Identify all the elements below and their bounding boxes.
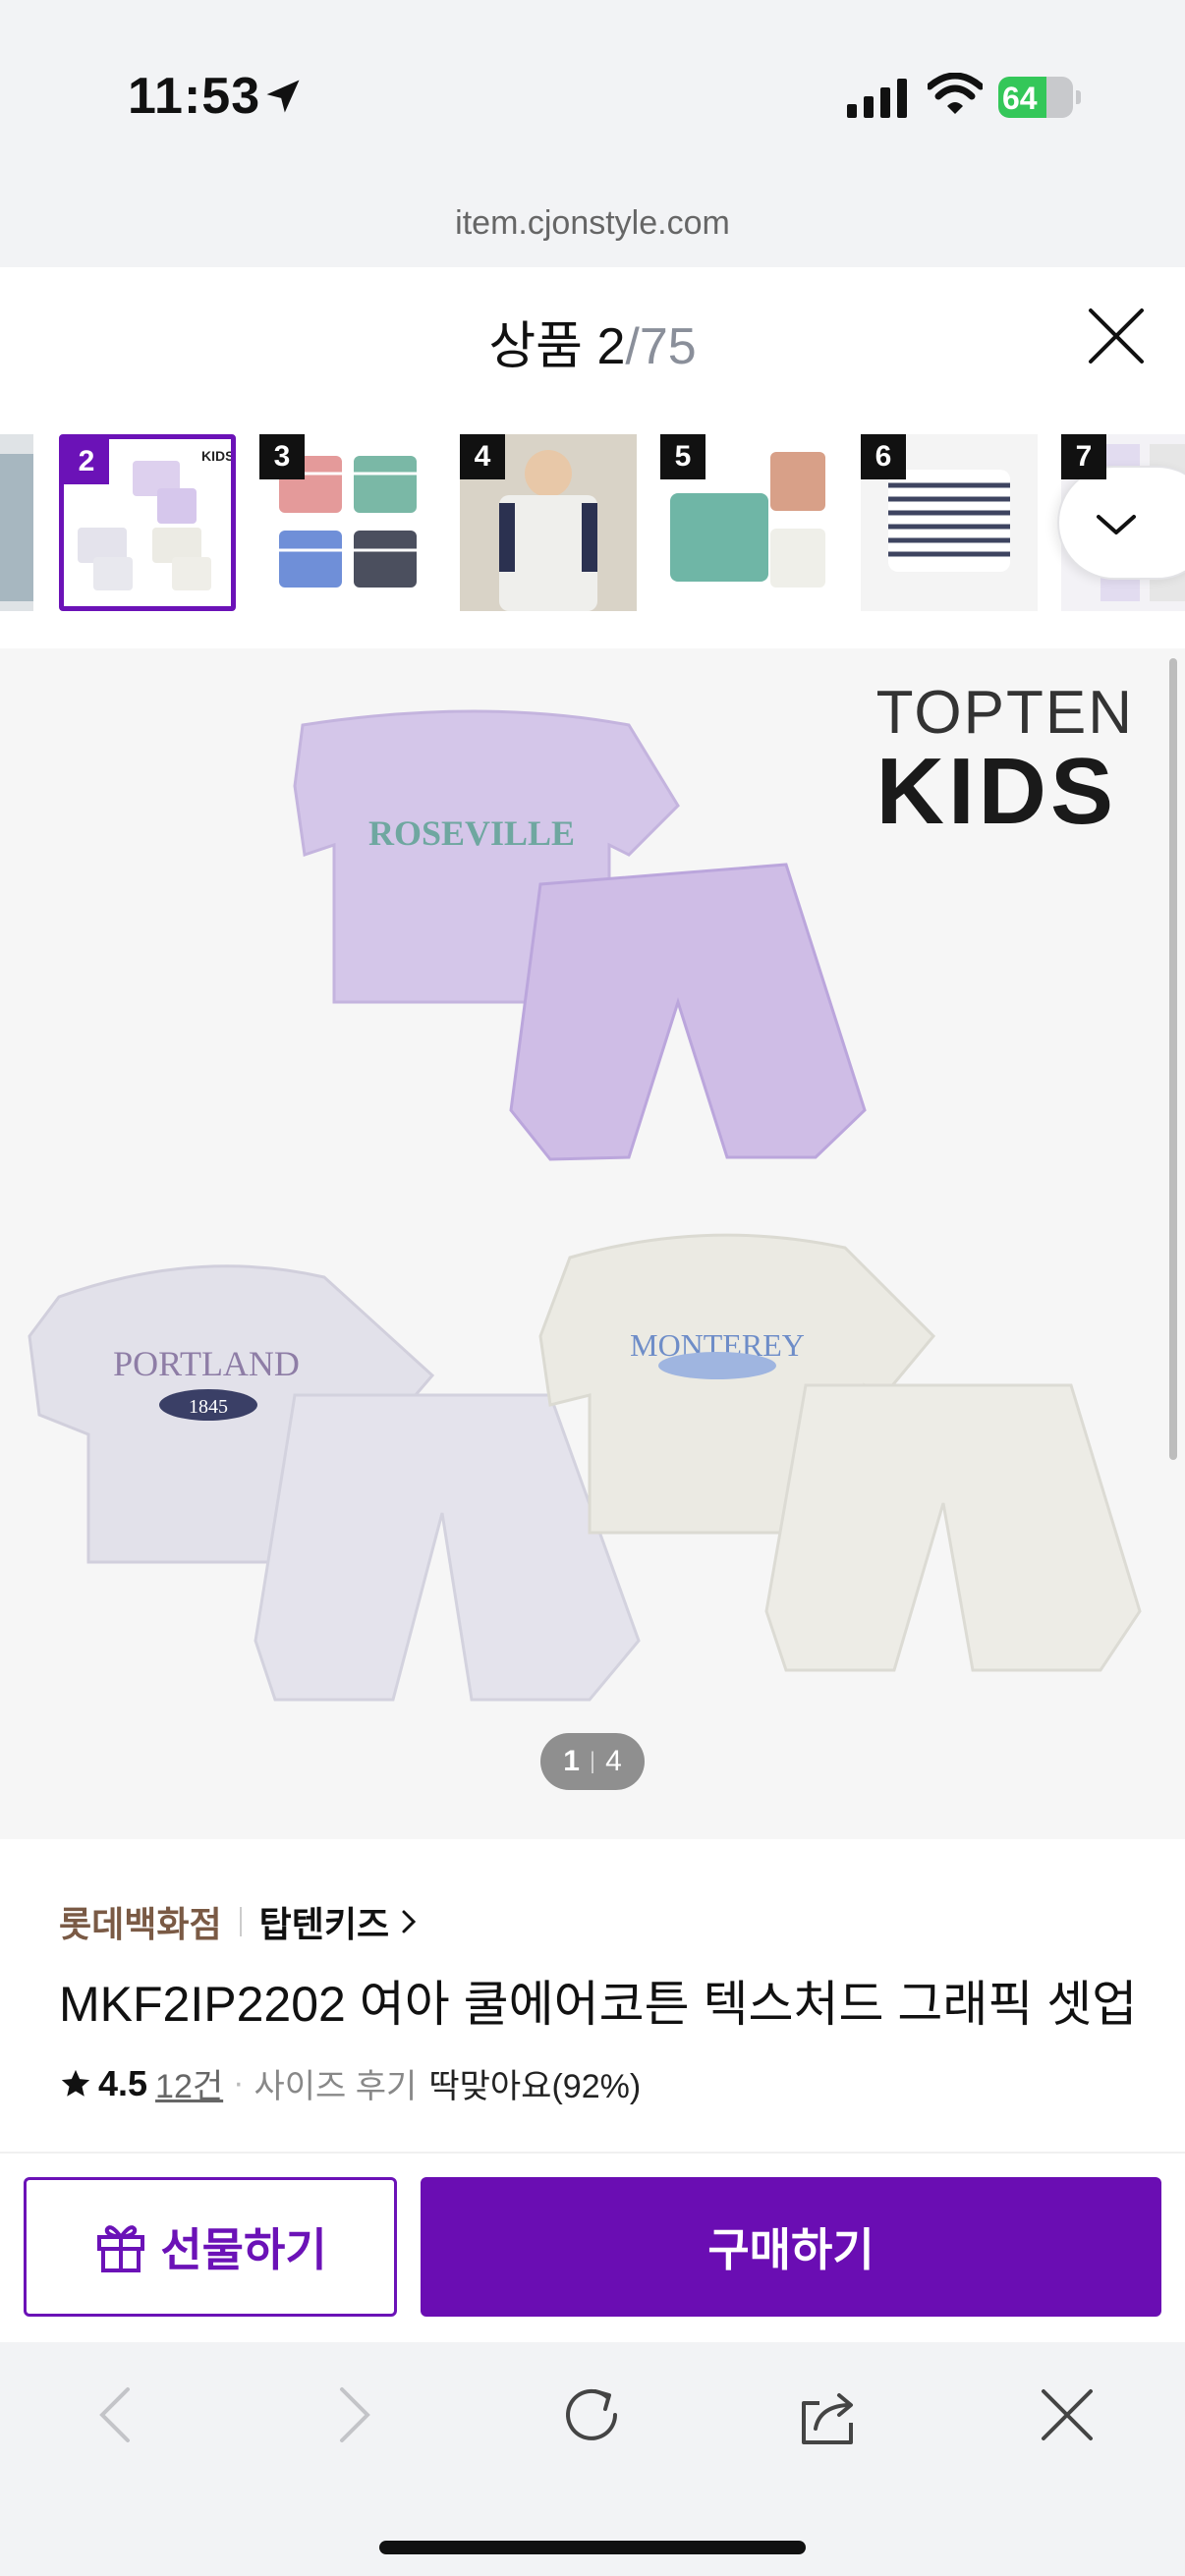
- rating-score: 4.5: [98, 2062, 148, 2103]
- shirt-print-1845: 1845: [189, 1396, 228, 1418]
- chevron-down-icon: [1097, 515, 1136, 534]
- thumbnail-6[interactable]: 6: [861, 434, 1038, 611]
- review-count-link[interactable]: 12건: [155, 2059, 223, 2107]
- gallery-header: 상품 2/75: [0, 267, 1185, 405]
- thumbnail-2[interactable]: 2 KIDS: [59, 434, 236, 611]
- gift-icon: [97, 2225, 145, 2272]
- close-icon[interactable]: [1085, 305, 1148, 367]
- product-title: MKF2IP2202 여아 쿨에어코튼 텍스처드 그래픽 셋업: [59, 1977, 1138, 2032]
- status-time: 11:53: [128, 68, 261, 125]
- store-line: 롯데백화점 탑텐키즈: [59, 1896, 423, 1947]
- cta-bar: 선물하기 구매하기: [0, 2152, 1185, 2342]
- image-counter: 상품 2/75: [488, 318, 697, 375]
- product-image[interactable]: ROSEVILLE PORTLAND 1845 MONTEREY TOPTEN …: [0, 648, 1185, 1839]
- wifi-icon: [928, 73, 983, 114]
- close-icon[interactable]: [1030, 2378, 1104, 2452]
- share-icon[interactable]: [792, 2378, 867, 2452]
- shirt-print-roseville: ROSEVILLE: [368, 813, 575, 853]
- rating-line: 4.5 12건 · 사이즈 후기 딱맞아요(92%): [59, 2059, 641, 2107]
- scrollbar[interactable]: [1169, 658, 1177, 1460]
- thumbnail-5[interactable]: 5: [660, 434, 837, 611]
- chevron-right-icon[interactable]: [395, 1908, 423, 1935]
- url-bar[interactable]: item.cjonstyle.com: [0, 204, 1185, 243]
- thumbnail-strip[interactable]: 2 KIDS 3 4 5 6: [0, 405, 1185, 648]
- buy-button[interactable]: 구매하기: [421, 2177, 1161, 2317]
- browser-toolbar: [0, 2342, 1185, 2576]
- size-review-label: 사이즈 후기: [254, 2068, 418, 2105]
- home-indicator[interactable]: [379, 2541, 806, 2554]
- expand-thumbnails-button[interactable]: [1057, 466, 1185, 580]
- size-review-value: 딱맞아요(92%): [428, 2068, 642, 2105]
- reload-icon[interactable]: [554, 2378, 629, 2452]
- status-bar: 11:53 64 item.cjonstyle.com: [0, 0, 1185, 242]
- product-info: 롯데백화점 탑텐키즈 MKF2IP2202 여아 쿨에어코튼 텍스처드 그래픽 …: [0, 1839, 1185, 2152]
- store-name[interactable]: 롯데백화점: [59, 1896, 222, 1947]
- brand-link[interactable]: 탑텐키즈: [259, 1896, 389, 1947]
- star-icon: [61, 2069, 90, 2097]
- location-arrow-icon: [266, 80, 300, 113]
- back-icon[interactable]: [81, 2378, 155, 2452]
- thumbnail-1[interactable]: [0, 434, 33, 611]
- signal-icon: [847, 79, 907, 118]
- battery-icon: 64: [998, 77, 1081, 118]
- forward-icon[interactable]: [314, 2378, 389, 2452]
- thumbnail-3[interactable]: 3: [259, 434, 436, 611]
- battery-level: 64: [1002, 81, 1038, 116]
- thumbnail-4[interactable]: 4: [460, 434, 637, 611]
- image-pager: 1 | 4: [540, 1733, 645, 1790]
- shirt-print-portland: PORTLAND: [113, 1344, 300, 1383]
- gift-button[interactable]: 선물하기: [24, 2177, 397, 2317]
- brand-logo: TOPTEN KIDS: [875, 679, 1134, 844]
- svg-text:KIDS: KIDS: [201, 448, 231, 464]
